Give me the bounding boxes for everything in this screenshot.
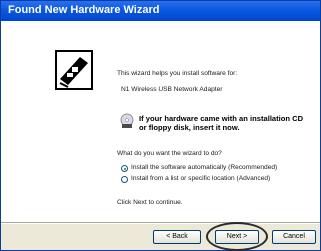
intro-text: This wizard helps you install software f… [117,70,238,77]
cancel-button[interactable]: Cancel [272,230,316,244]
option-label-advanced[interactable]: Install from a list or specific location… [131,175,270,182]
question-text: What do you want the wizard to do? [117,150,222,157]
back-button[interactable]: < Back [153,230,201,244]
wizard-content: This wizard helps you install software f… [107,21,320,222]
option-label-automatic[interactable]: Install the software automatically (Reco… [131,164,277,171]
radio-install-automatically[interactable] [121,165,128,172]
cd-floppy-icon [119,113,135,134]
cd-prompt: If your hardware came with an installati… [139,114,304,132]
wizard-window: Found New Hardware Wizard This wizard he… [0,0,321,251]
next-highlight-ring [206,222,268,251]
device-name: N1 Wireless USB Network Adapter [121,86,223,93]
window-title: Found New Hardware Wizard [8,4,160,16]
side-panel [1,21,107,222]
title-bar[interactable]: Found New Hardware Wizard [1,1,320,21]
radio-install-from-list[interactable] [121,176,128,183]
continue-hint: Click Next to continue. [117,199,183,206]
button-separator [1,222,320,224]
hardware-card-icon [54,49,94,96]
